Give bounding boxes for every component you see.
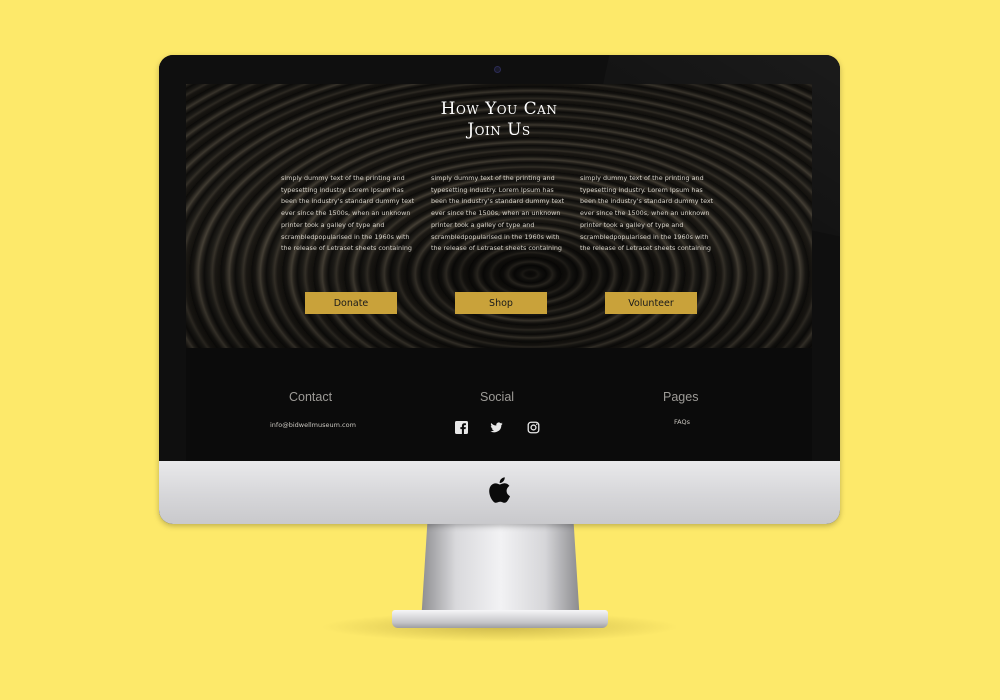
pages-heading: Pages (663, 390, 699, 404)
contact-email-link[interactable]: info@bidwellmuseum.com (270, 421, 356, 429)
imac-monitor: How You Can Join Us simply dummy text of… (159, 55, 840, 524)
section-title: How You Can Join Us (186, 99, 812, 141)
column-text-3: simply dummy text of the printing and ty… (580, 174, 714, 253)
volunteer-button[interactable]: Volunteer (605, 292, 697, 314)
apple-logo-icon (489, 477, 510, 503)
title-line-1: How You Can (440, 99, 558, 119)
social-heading: Social (480, 390, 515, 404)
shop-button[interactable]: Shop (455, 292, 547, 314)
twitter-icon[interactable] (490, 421, 503, 434)
column-text-2: simply dummy text of the printing and ty… (431, 174, 565, 253)
site-footer: Contact info@bidwellmuseum.com Social Pa… (186, 348, 812, 462)
donate-button[interactable]: Donate (305, 292, 397, 314)
facebook-icon[interactable] (455, 421, 468, 434)
monitor-stand-neck (421, 523, 580, 623)
title-line-2: Join Us (467, 120, 531, 140)
monitor-stand-base (392, 610, 608, 628)
faqs-link[interactable]: FAQs (674, 418, 690, 426)
column-text-1: simply dummy text of the printing and ty… (281, 174, 415, 253)
website-screen: How You Can Join Us simply dummy text of… (186, 84, 812, 462)
join-us-section: How You Can Join Us simply dummy text of… (186, 84, 812, 348)
instagram-icon[interactable] (527, 421, 540, 434)
camera-icon (495, 67, 500, 72)
contact-heading: Contact (289, 390, 333, 404)
